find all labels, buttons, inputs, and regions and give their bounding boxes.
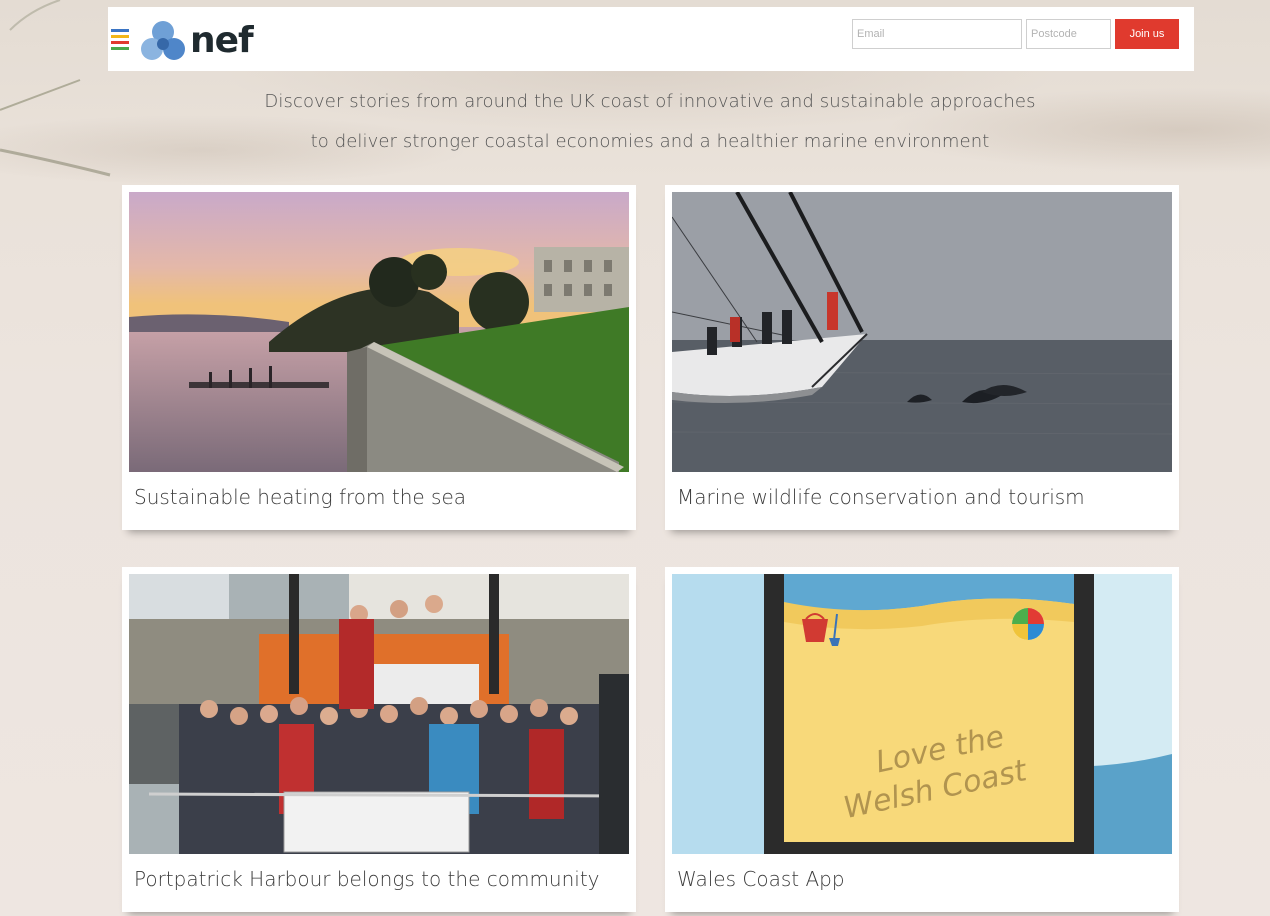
story-title: Portpatrick Harbour belongs to the commu… bbox=[134, 867, 600, 891]
postcode-field[interactable] bbox=[1026, 19, 1111, 49]
intro-text: Discover stories from around the UK coas… bbox=[150, 82, 1150, 162]
story-card-marine-wildlife[interactable]: Marine wildlife conservation and tourism bbox=[665, 185, 1179, 530]
grass-decoration bbox=[0, 0, 111, 177]
story-title: Sustainable heating from the sea bbox=[134, 485, 467, 509]
story-card-wales-coast-app[interactable]: Love the Welsh Coast Wales Coast App bbox=[665, 567, 1179, 912]
logo-text: nef bbox=[190, 20, 254, 61]
story-card-sustainable-heating[interactable]: Sustainable heating from the sea bbox=[122, 185, 636, 530]
story-title: Wales Coast App bbox=[677, 867, 845, 891]
intro-line-1: Discover stories from around the UK coas… bbox=[264, 91, 1036, 112]
love-the-welsh-coast-illustration: Love the Welsh Coast bbox=[672, 574, 1172, 854]
site-header: nef Join us bbox=[108, 7, 1194, 71]
story-card-portpatrick-harbour[interactable]: Portpatrick Harbour belongs to the commu… bbox=[122, 567, 636, 912]
logo-mark-icon bbox=[141, 21, 185, 60]
story-title: Marine wildlife conservation and tourism bbox=[677, 485, 1085, 509]
sailing-dolphins-photo bbox=[672, 192, 1172, 472]
harbour-group-photo bbox=[129, 574, 629, 854]
hamburger-icon[interactable] bbox=[111, 29, 129, 51]
harbour-sunset-photo bbox=[129, 192, 629, 472]
email-field[interactable] bbox=[852, 19, 1022, 49]
logo[interactable]: nef bbox=[138, 19, 254, 63]
join-us-button[interactable]: Join us bbox=[1115, 19, 1179, 49]
intro-line-2: to deliver stronger coastal economies an… bbox=[310, 131, 990, 152]
